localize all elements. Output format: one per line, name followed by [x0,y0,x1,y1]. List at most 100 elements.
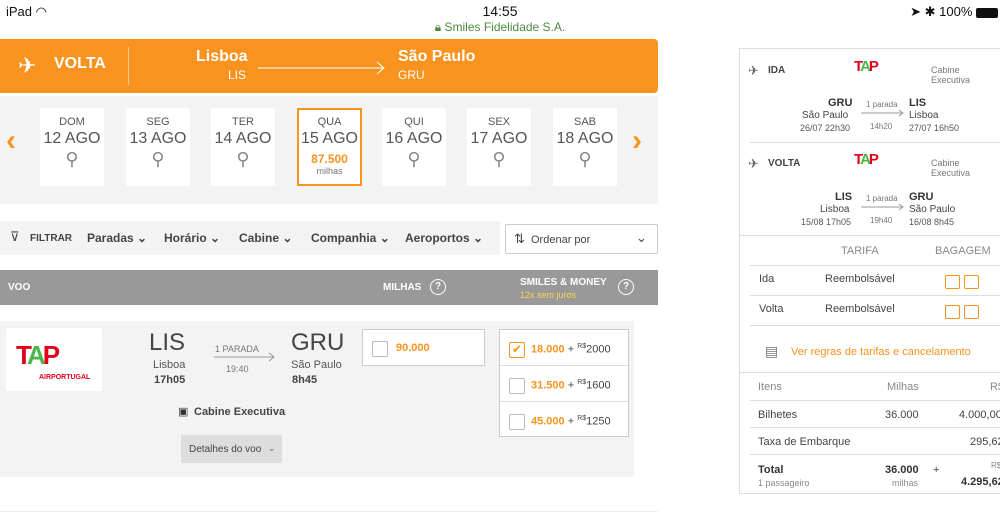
lock-icon: 🔒︎ [434,20,442,34]
divider [0,511,658,512]
search-icon: ⚲ [236,149,250,169]
help-icon[interactable]: ? [430,279,446,295]
next-week-arrow-icon[interactable]: › [632,124,642,158]
volta-label: VOLTA [768,158,801,169]
money-option[interactable]: 31.500 + R$1600 [500,366,628,402]
chevron-down-icon: ⌄ [379,231,390,245]
date-option[interactable]: SEX 17 AGO ⚲ [467,108,531,186]
fare-leg: Volta [759,303,784,315]
chevron-down-icon: ⌄ [268,443,276,453]
date-option-selected[interactable]: QUA 15 AGO 87.500 milhas [297,108,362,186]
option-checkbox[interactable] [509,414,525,430]
cabin-label: Cabine Executiva [194,406,286,418]
volta-cabin: Cabine Executiva [931,158,971,178]
miles-option-checkbox[interactable] [372,341,388,357]
option-plus: + [567,379,575,392]
total-miles-unit: milhas [892,478,919,488]
date-option[interactable]: DOM 12 AGO ⚲ [40,108,104,186]
divider [750,142,1000,143]
url-bar[interactable]: 🔒︎ Smiles Fidelidade S.A. [0,20,1000,35]
search-icon: ⚲ [407,149,421,169]
miles-option-value: 90.000 [396,342,430,354]
sort-arrows-icon: ⇅ [514,231,525,246]
date-option[interactable]: QUI 16 AGO ⚲ [382,108,446,186]
plane-takeoff-icon: ✈ [748,63,759,78]
checkmark-icon[interactable]: ✔ [509,342,525,358]
fare-type: Reembolsável [825,273,895,285]
baggage-icon [945,275,960,289]
prev-week-arrow-icon[interactable]: ‹ [6,124,16,158]
date-option[interactable]: SAB 18 AGO ⚲ [553,108,617,186]
total-passengers: 1 passageiro [758,478,810,488]
filter-aeroportos[interactable]: Aeroportos ⌄ [405,231,483,245]
date-weekday: SEG [146,116,170,128]
plane-landing-icon: ✈ [18,53,37,78]
divider [750,295,1000,296]
column-smiles-money: SMILES & MONEY [520,277,607,288]
route-header: ✈ VOLTA Lisboa LIS São Paulo GRU [0,39,658,93]
miles-option[interactable]: 90.000 [362,329,485,366]
filter-paradas[interactable]: Paradas ⌄ [87,231,147,245]
divider [750,325,1000,326]
divider [740,235,1000,236]
fare-rules-link[interactable]: Ver regras de tarifas e cancelamento [791,346,971,358]
date-miles-unit: milhas [316,166,343,176]
filter-horario[interactable]: Horário ⌄ [164,231,220,245]
filter-funnel-icon: ⊽ [10,229,20,244]
chevron-down-icon: ⌄ [636,230,647,245]
origin-city: Lisboa [196,48,248,65]
filter-bar: ⊽ FILTRAR Paradas ⌄ Horário ⌄ Cabine ⌄ C… [0,221,500,255]
date-selector: ‹ DOM 12 AGO ⚲ SEG 13 AGO ⚲ TER 14 AGO ⚲… [0,96,658,204]
volta-arrival: 16/08 8h45 [909,217,955,227]
destination-city: São Paulo [291,359,342,371]
option-amount: 1250 [586,415,611,428]
total-plus: + [933,464,940,476]
flight-result-card: TAP AIRPORTUGAL LIS Lisboa 17h05 1 PARAD… [0,321,634,477]
divider [750,427,1000,428]
destination-code: GRU [398,68,425,82]
ida-duration: 14h20 [870,122,893,131]
option-miles: 45.000 [531,415,565,428]
filter-cabine[interactable]: Cabine ⌄ [239,231,292,245]
money-option[interactable]: ✔ 18.000 + R$2000 [500,330,628,366]
date-option[interactable]: TER 14 AGO ⚲ [211,108,275,186]
option-currency: R$ [577,343,587,350]
search-icon: ⚲ [578,149,592,169]
volta-destination-city: São Paulo [909,204,956,215]
origin-city: Lisboa [153,359,186,371]
flight-details-label: Detalhes do voo [189,444,262,455]
document-icon: ▤ [765,343,779,359]
tap-logo-small: TAP [854,58,879,75]
volta-stops: 1 parada [866,194,898,203]
divider [740,372,1000,373]
miles-header: Milhas [887,381,919,393]
bagagem-header: BAGAGEM [935,245,991,257]
direction-label: VOLTA [54,55,106,72]
sort-select[interactable]: ⇅ Ordenar por ⌄ [505,224,658,254]
ida-destination-code: LIS [909,97,927,109]
filter-companhia[interactable]: Companhia ⌄ [311,231,390,245]
option-miles: 18.000 [531,343,565,356]
date-day: 18 AGO [556,130,614,147]
installments-note: 12x sem juros [520,290,577,300]
flight-arrow-icon [214,352,275,362]
duration-label: 19:40 [226,364,249,374]
option-checkbox[interactable] [509,378,525,394]
origin-code: LIS [149,329,186,356]
clock: 14:55 [482,3,518,19]
date-weekday: SAB [573,116,596,128]
option-amount: 2000 [586,343,611,356]
date-weekday: QUI [404,116,424,128]
seat-icon: ▣ [178,406,189,418]
battery-status: ➤ ✱ 100% [910,4,998,20]
ida-label: IDA [768,65,786,76]
battery-icon [976,7,998,18]
money-option[interactable]: 45.000 + R$1250 [500,402,628,437]
flight-details-button[interactable]: Detalhes do voo ⌄ [181,435,282,463]
option-currency: R$ [577,379,587,386]
ida-cabin: Cabine Executiva [931,65,971,85]
help-icon[interactable]: ? [618,279,634,295]
tap-logo: TAP AIRPORTUGAL [6,328,102,391]
search-icon: ⚲ [151,149,165,169]
date-option[interactable]: SEG 13 AGO ⚲ [126,108,190,186]
